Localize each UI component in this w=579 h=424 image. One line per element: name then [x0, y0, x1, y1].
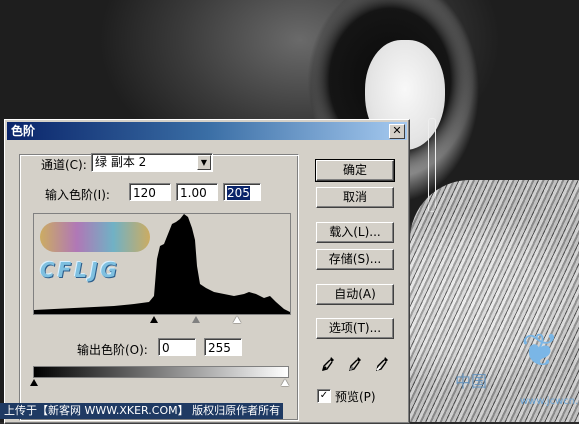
input-gamma-value: 1.00	[180, 186, 207, 200]
output-levels-label: 输出色阶(O):	[77, 343, 148, 357]
dialog-titlebar[interactable]: 色阶 ✕	[7, 122, 407, 140]
ok-button[interactable]: 确定	[315, 159, 395, 182]
load-button[interactable]: 载入(L)...	[316, 222, 394, 243]
input-white-slider[interactable]	[233, 316, 241, 323]
gray-eyedropper-icon[interactable]	[348, 356, 362, 372]
input-white-field[interactable]: 205	[223, 183, 261, 201]
cancel-button[interactable]: 取消	[316, 187, 394, 208]
preview-checkbox[interactable]: ✓	[317, 389, 331, 403]
output-white-slider[interactable]	[281, 379, 289, 386]
preview-label: 预览(P)	[335, 390, 376, 404]
watermark-site-text: www.jcwcn.com	[520, 396, 579, 407]
input-levels-label: 输入色阶(I):	[45, 188, 110, 202]
histogram: CFLJG	[33, 213, 291, 315]
output-white-value: 255	[208, 341, 231, 355]
white-eyedropper-icon[interactable]	[375, 356, 389, 372]
black-eyedropper-icon[interactable]	[321, 356, 335, 372]
input-white-value: 205	[227, 186, 250, 200]
photo-fur-collar	[410, 180, 579, 422]
close-button[interactable]: ✕	[389, 124, 405, 139]
output-black-slider[interactable]	[30, 379, 38, 386]
output-black-field[interactable]: 0	[158, 338, 196, 356]
input-black-field[interactable]: 120	[129, 183, 171, 201]
auto-button[interactable]: 自动(A)	[316, 284, 394, 305]
input-black-value: 120	[133, 186, 156, 200]
wing-logo-icon: ❦	[520, 323, 560, 377]
input-gamma-slider[interactable]	[192, 316, 200, 323]
input-gamma-field[interactable]: 1.00	[176, 183, 218, 201]
close-icon: ✕	[392, 124, 402, 137]
channel-label: 通道(C):	[41, 158, 87, 172]
options-button[interactable]: 选项(T)...	[316, 318, 394, 339]
channel-select[interactable]: 绿 副本 2 ▼	[91, 153, 213, 172]
save-button[interactable]: 存储(S)...	[316, 249, 394, 270]
dialog-title: 色阶	[11, 124, 36, 138]
checkmark-icon: ✓	[319, 390, 329, 401]
levels-dialog: 色阶 ✕ 通道(C): 绿 副本 2 ▼ 输入色阶(I): 120 1.00 2…	[4, 119, 410, 424]
watermark-cn-text: 中国	[455, 372, 488, 391]
histogram-watermark-ornament	[40, 222, 150, 252]
output-white-field[interactable]: 255	[204, 338, 242, 356]
channel-select-value: 绿 副本 2	[95, 155, 147, 169]
chevron-down-icon[interactable]: ▼	[197, 155, 211, 170]
output-gradient-bar	[33, 366, 289, 378]
input-black-slider[interactable]	[150, 316, 158, 323]
output-black-value: 0	[162, 341, 170, 355]
histogram-watermark-text: CFLJG	[40, 258, 120, 282]
upload-credit-bar: 上传于【新客网 WWW.XKER.COM】 版权归原作者所有	[0, 403, 283, 419]
